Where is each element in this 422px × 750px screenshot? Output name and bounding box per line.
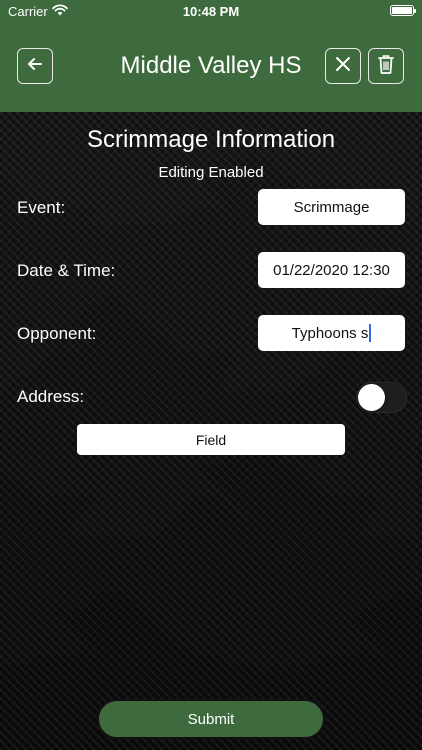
close-icon: [333, 54, 353, 79]
page-title: Middle Valley HS: [120, 52, 302, 79]
opponent-value: Typhoons s: [291, 324, 369, 342]
delete-button[interactable]: [368, 48, 404, 84]
section-title: Scrimmage Information: [86, 126, 336, 153]
text-caret: [369, 324, 372, 342]
address-value: Field: [195, 431, 227, 448]
submit-button[interactable]: Submit: [97, 699, 325, 739]
status-time: 10:48 PM: [182, 4, 240, 19]
address-field[interactable]: Field: [77, 424, 345, 455]
header: Carrier 10:48 PM Middle Valley HS: [0, 0, 422, 112]
screen: Carrier 10:48 PM Middle Valley HS Scrimm…: [0, 0, 422, 750]
status-bar: Carrier 10:48 PM: [0, 0, 422, 22]
submit-label: Submit: [187, 710, 235, 728]
close-button[interactable]: [325, 48, 361, 84]
opponent-field[interactable]: Typhoons s: [258, 315, 405, 351]
toggle-knob: [358, 384, 385, 411]
back-button[interactable]: [17, 48, 53, 84]
opponent-label: Opponent:: [17, 324, 97, 343]
datetime-value: 01/22/2020 12:30: [273, 261, 390, 279]
battery-icon: [390, 5, 416, 16]
datetime-field[interactable]: 01/22/2020 12:30: [258, 252, 405, 288]
address-toggle[interactable]: [356, 382, 407, 413]
event-label: Event:: [17, 198, 66, 217]
address-label: Address:: [17, 387, 85, 406]
editing-status: Editing Enabled: [158, 164, 264, 181]
event-value: Scrimmage: [293, 198, 370, 216]
arrow-left-icon: [25, 54, 45, 79]
datetime-label: Date & Time:: [17, 261, 116, 280]
trash-icon: [376, 53, 396, 80]
event-field[interactable]: Scrimmage: [258, 189, 405, 225]
